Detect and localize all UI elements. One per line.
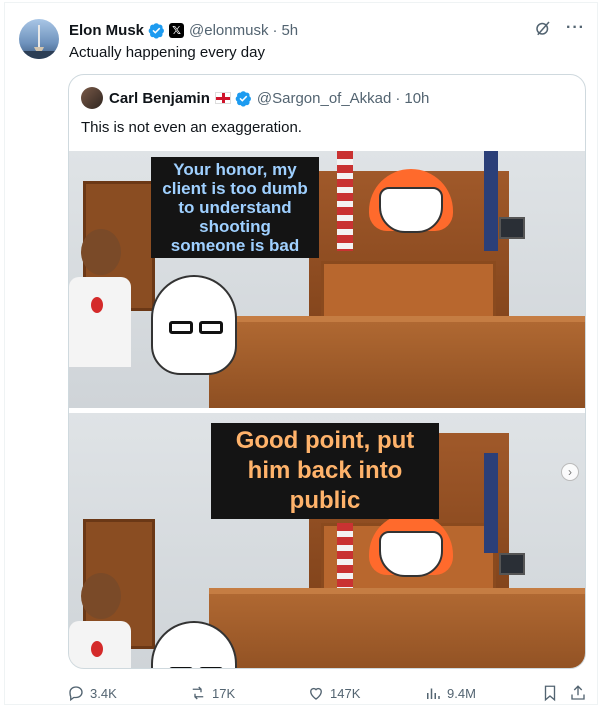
quoted-author-name[interactable]: Carl Benjamin	[109, 90, 210, 107]
more-options-icon[interactable]: ···	[566, 19, 585, 37]
meme-caption-top: Your honor, my client is too dumb to und…	[151, 157, 319, 259]
defendant-figure	[69, 573, 139, 668]
defendant-figure	[69, 229, 139, 367]
like-button[interactable]: 147K	[307, 682, 360, 704]
caption-line: him back into	[247, 457, 403, 484]
caption-line: client is too dumb	[162, 179, 308, 199]
meme-panel-bottom: Good point, put him back into public	[69, 413, 585, 668]
quoted-post-time[interactable]: 10h	[404, 90, 429, 107]
repost-icon	[192, 686, 204, 700]
tweet-actions-bar: 3.4K 17K 147K 9.4M	[67, 682, 587, 704]
meme-image[interactable]: Your honor, my client is too dumb to und…	[69, 151, 585, 668]
verified-badge-icon[interactable]	[235, 90, 252, 107]
analytics-icon	[427, 688, 440, 699]
quoted-header: Carl Benjamin @Sargon_of_Akkad · 10h	[81, 87, 429, 109]
reply-icon	[69, 686, 83, 702]
caption-line: shooting	[199, 217, 271, 237]
view-count: 9.4M	[447, 685, 476, 701]
tweet-text: Actually happening every day	[69, 44, 265, 61]
share-button[interactable]	[569, 682, 592, 704]
reply-button[interactable]: 3.4K	[67, 682, 117, 704]
verified-badge-icon[interactable]	[148, 22, 165, 39]
tweet-card[interactable]: Elon Musk 𝕏 @elonmusk · 5h ··· Actually …	[4, 2, 598, 705]
caption-line: someone is bad	[170, 236, 300, 256]
meme-panel-top: Your honor, my client is too dumb to und…	[69, 151, 585, 408]
rocket-launch-image	[19, 25, 59, 59]
tweet-header: Elon Musk 𝕏 @elonmusk · 5h	[69, 20, 298, 40]
heart-icon	[310, 687, 322, 700]
like-count: 147K	[330, 685, 361, 701]
quoted-tweet[interactable]: Carl Benjamin @Sargon_of_Akkad · 10h Thi…	[68, 74, 586, 669]
chevron-right-icon[interactable]: ›	[561, 463, 579, 481]
views-button[interactable]: 9.4M	[424, 682, 476, 704]
reply-count: 3.4K	[90, 685, 117, 701]
share-icon	[571, 685, 585, 700]
author-avatar[interactable]	[19, 19, 59, 59]
quoted-author-handle[interactable]: @Sargon_of_Akkad	[257, 90, 391, 107]
author-name[interactable]: Elon Musk	[69, 22, 144, 39]
repost-count: 17K	[212, 685, 236, 701]
separator-dot: ·	[272, 21, 278, 39]
author-handle[interactable]: @elonmusk	[189, 22, 268, 39]
caption-line: Good point, put	[235, 427, 415, 454]
caption-line: to understand	[178, 198, 292, 218]
caption-line: Your honor, my	[173, 160, 297, 179]
england-flag-icon	[214, 92, 231, 104]
header-actions: ···	[534, 19, 585, 37]
quoted-tweet-text: This is not even an exaggeration.	[81, 119, 302, 136]
post-time[interactable]: 5h	[281, 22, 298, 39]
repost-button[interactable]: 17K	[189, 682, 235, 704]
quoted-author-avatar[interactable]	[81, 87, 103, 109]
bookmark-button[interactable]	[541, 682, 564, 704]
meme-caption-bottom: Good point, put him back into public	[211, 423, 439, 519]
bookmark-icon	[544, 685, 556, 702]
x-affiliation-icon[interactable]: 𝕏	[169, 22, 185, 38]
caption-line: public	[289, 487, 361, 514]
lawyer-wojak-figure	[151, 275, 237, 375]
grok-icon[interactable]	[534, 19, 552, 37]
separator-dot: ·	[395, 89, 401, 107]
